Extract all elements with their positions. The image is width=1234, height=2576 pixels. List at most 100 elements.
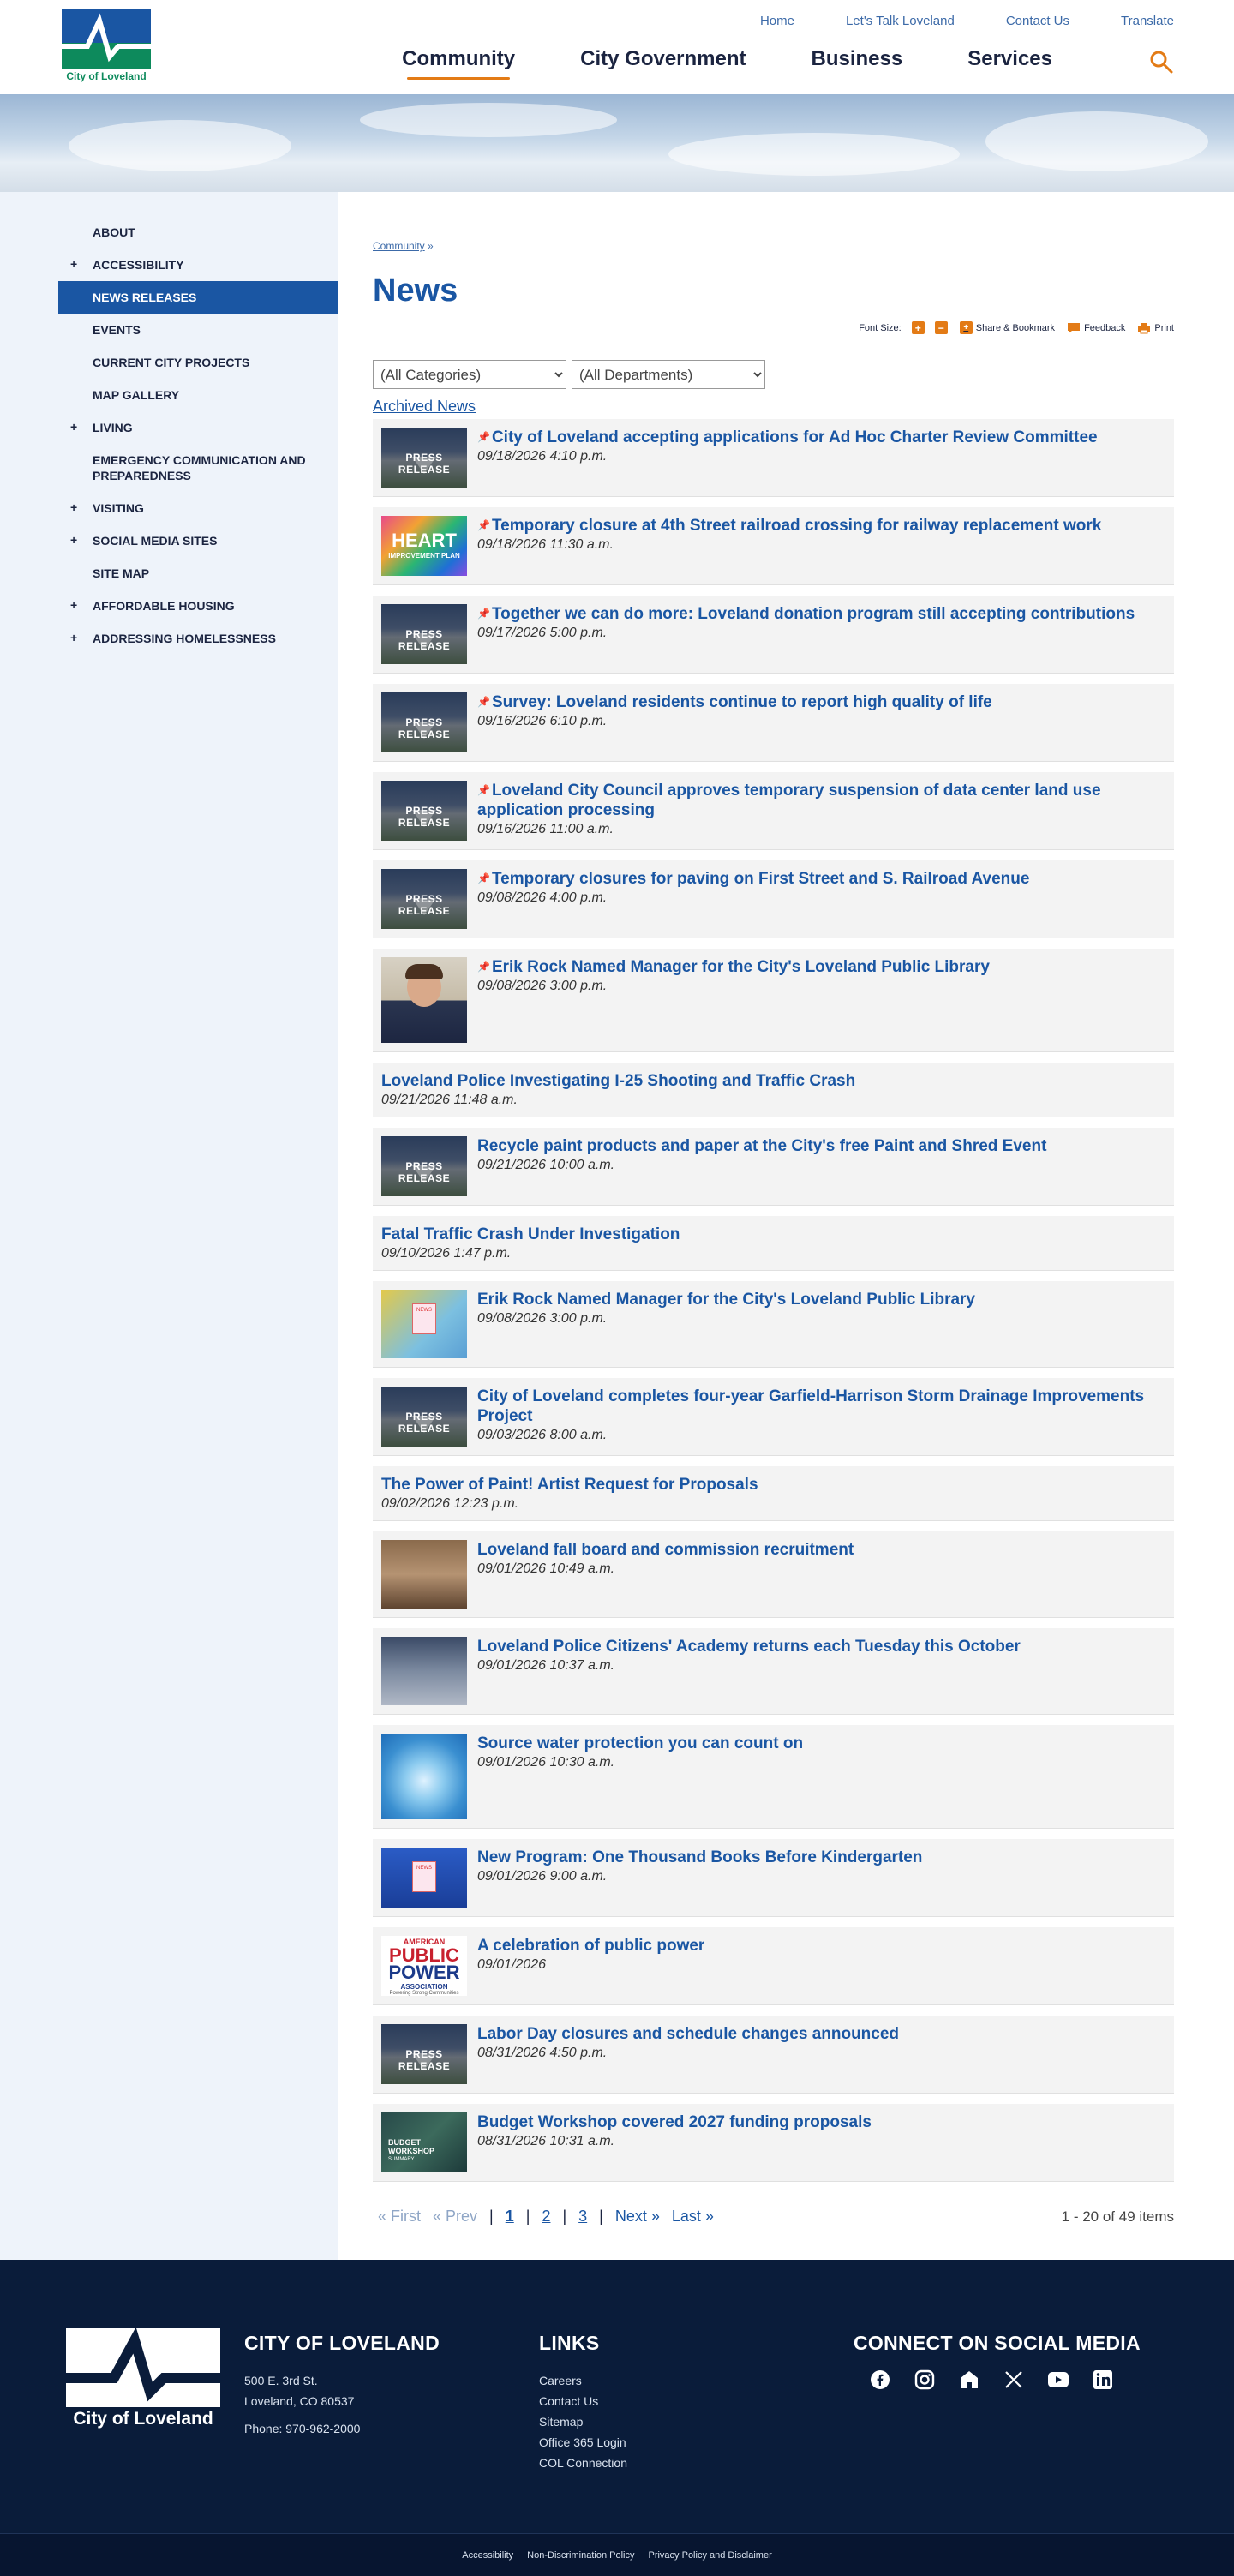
page-next[interactable]: Next » bbox=[615, 2208, 660, 2226]
sidebar-item-emergency[interactable]: Emergency Communication and Preparedness bbox=[58, 444, 338, 492]
footer-bottom-privacy[interactable]: Privacy Policy and Disclaimer bbox=[648, 2550, 771, 2561]
sidebar-item-news-releases[interactable]: News Releases bbox=[58, 281, 338, 314]
news-title-link[interactable]: A celebration of public power bbox=[477, 1936, 1165, 1956]
util-link-home[interactable]: Home bbox=[760, 14, 794, 28]
news-thumbnail[interactable] bbox=[381, 957, 467, 1043]
news-item[interactable]: PRESS RELEASE 📌 Temporary closures for pav… bbox=[373, 860, 1174, 938]
news-item[interactable]: Source water protection you can count on… bbox=[373, 1725, 1174, 1829]
news-title-link[interactable]: Source water protection you can count on bbox=[477, 1734, 1165, 1753]
print-link[interactable]: Print bbox=[1137, 322, 1174, 334]
breadcrumb-community[interactable]: Community bbox=[373, 240, 425, 252]
sidebar-item-accessibility[interactable]: + Accessibility bbox=[58, 249, 338, 281]
expand-plus-icon[interactable]: + bbox=[70, 532, 77, 548]
news-item[interactable]: PRESS RELEASE Labor Day closures and sche… bbox=[373, 2016, 1174, 2094]
expand-plus-icon[interactable]: + bbox=[70, 597, 77, 613]
news-item[interactable]: PRESS RELEASE Recycle paint products and … bbox=[373, 1128, 1174, 1206]
news-item[interactable]: PRESS RELEASE 📌 Loveland City Council appr… bbox=[373, 772, 1174, 850]
news-thumbnail[interactable]: PRESS RELEASE bbox=[381, 1387, 467, 1447]
sidebar-item-map-gallery[interactable]: Map Gallery bbox=[58, 379, 338, 411]
expand-plus-icon[interactable]: + bbox=[70, 419, 77, 434]
page-prev[interactable]: « Prev bbox=[433, 2208, 477, 2226]
page-last[interactable]: Last » bbox=[672, 2208, 714, 2226]
util-link-translate[interactable]: Translate bbox=[1121, 14, 1174, 28]
news-title-link[interactable]: 📌 Together we can do more: Loveland donat… bbox=[477, 604, 1165, 624]
news-item[interactable]: Loveland Police Investigating I-25 Shoot… bbox=[373, 1063, 1174, 1117]
news-title-link[interactable]: Recycle paint products and paper at the … bbox=[477, 1136, 1165, 1156]
news-thumbnail[interactable]: PRESS RELEASE bbox=[381, 604, 467, 664]
news-thumbnail[interactable]: NEWS bbox=[381, 1848, 467, 1908]
footer-link-contact[interactable]: Contact Us bbox=[539, 2391, 627, 2411]
nav-community[interactable]: Community bbox=[402, 47, 515, 80]
news-title-link[interactable]: Labor Day closures and schedule changes … bbox=[477, 2024, 1165, 2044]
news-title-link[interactable]: 📌 Temporary closures for paving on First … bbox=[477, 869, 1165, 889]
news-item[interactable]: PRESS RELEASE 📌 City of Loveland accepting… bbox=[373, 419, 1174, 497]
news-item[interactable]: PRESS RELEASE 📌 Survey: Loveland residents… bbox=[373, 684, 1174, 762]
news-item[interactable]: NEWS Erik Rock Named Manager for the City… bbox=[373, 1281, 1174, 1368]
expand-plus-icon[interactable]: + bbox=[70, 630, 77, 645]
news-thumbnail[interactable]: PRESS RELEASE bbox=[381, 1136, 467, 1196]
news-thumbnail[interactable]: PRESS RELEASE bbox=[381, 428, 467, 488]
footer-link-sitemap[interactable]: Sitemap bbox=[539, 2411, 627, 2432]
city-logo[interactable]: City of Loveland bbox=[62, 9, 151, 86]
news-title-link[interactable]: New Program: One Thousand Books Before K… bbox=[477, 1848, 1165, 1867]
news-item[interactable]: PRESS RELEASE City of Loveland completes … bbox=[373, 1378, 1174, 1456]
news-item[interactable]: AMERICAN PUBLIC POWER ASSOCIATION Powering S… bbox=[373, 1927, 1174, 2005]
news-title-link[interactable]: Loveland Police Citizens' Academy return… bbox=[477, 1637, 1165, 1656]
news-title-link[interactable]: 📌 Erik Rock Named Manager for the City's … bbox=[477, 957, 1165, 977]
footer-link-office365[interactable]: Office 365 Login bbox=[539, 2432, 627, 2453]
news-title-link[interactable]: 📌 Temporary closure at 4th Street railroa… bbox=[477, 516, 1165, 536]
news-thumbnail[interactable]: PRESS RELEASE bbox=[381, 869, 467, 929]
expand-plus-icon[interactable]: + bbox=[70, 256, 77, 272]
sidebar-item-homelessness[interactable]: + Addressing Homelessness bbox=[58, 622, 338, 655]
news-thumbnail[interactable] bbox=[381, 1637, 467, 1705]
nav-services[interactable]: Services bbox=[967, 47, 1052, 71]
news-thumbnail[interactable]: AMERICAN PUBLIC POWER ASSOCIATION Powering S… bbox=[381, 1936, 467, 1996]
nav-business[interactable]: Business bbox=[812, 47, 903, 71]
page-3[interactable]: 3 bbox=[578, 2208, 587, 2226]
footer-bottom-accessibility[interactable]: Accessibility bbox=[462, 2550, 513, 2561]
footer-link-col-connection[interactable]: COL Connection bbox=[539, 2453, 627, 2473]
footer-logo[interactable]: City of Loveland bbox=[66, 2328, 220, 2431]
sidebar-item-events[interactable]: Events bbox=[58, 314, 338, 346]
news-item[interactable]: NEWS New Program: One Thousand Books Befo… bbox=[373, 1839, 1174, 1917]
feedback-link[interactable]: Feedback bbox=[1067, 322, 1125, 334]
news-item[interactable]: HEART IMPROVEMENT PLAN 📌 Temporary closure … bbox=[373, 507, 1174, 585]
sidebar-item-current-city-projects[interactable]: Current City Projects bbox=[58, 346, 338, 379]
news-item[interactable]: Loveland Police Citizens' Academy return… bbox=[373, 1628, 1174, 1715]
news-thumbnail[interactable]: PRESS RELEASE bbox=[381, 2024, 467, 2084]
news-thumbnail[interactable]: PRESS RELEASE bbox=[381, 692, 467, 752]
expand-plus-icon[interactable]: + bbox=[70, 500, 77, 515]
news-title-link[interactable]: City of Loveland completes four-year Gar… bbox=[477, 1387, 1165, 1426]
news-title-link[interactable]: 📌 Loveland City Council approves temporar… bbox=[477, 781, 1165, 820]
sidebar-item-about[interactable]: About bbox=[58, 216, 338, 249]
news-item[interactable]: Fatal Traffic Crash Under Investigation 0… bbox=[373, 1216, 1174, 1271]
page-first[interactable]: « First bbox=[378, 2208, 421, 2226]
x-icon[interactable] bbox=[1001, 2367, 1027, 2393]
news-title-link[interactable]: Erik Rock Named Manager for the City's L… bbox=[477, 1290, 1165, 1309]
sidebar-item-affordable-housing[interactable]: + Affordable Housing bbox=[58, 590, 338, 622]
sidebar-item-site-map[interactable]: Site Map bbox=[58, 557, 338, 590]
news-title-link[interactable]: Budget Workshop covered 2027 funding pro… bbox=[477, 2112, 1165, 2132]
news-title-link[interactable]: Fatal Traffic Crash Under Investigation bbox=[381, 1225, 1165, 1244]
share-bookmark-link[interactable]: + Share & Bookmark bbox=[959, 321, 1055, 334]
news-title-link[interactable]: 📌 Survey: Loveland residents continue to … bbox=[477, 692, 1165, 712]
search-icon[interactable] bbox=[1148, 49, 1174, 75]
news-thumbnail[interactable]: HEART IMPROVEMENT PLAN bbox=[381, 516, 467, 576]
page-1[interactable]: 1 bbox=[506, 2208, 514, 2226]
footer-link-careers[interactable]: Careers bbox=[539, 2370, 627, 2391]
linkedin-icon[interactable] bbox=[1090, 2367, 1116, 2393]
util-link-contact[interactable]: Contact Us bbox=[1006, 14, 1069, 28]
news-thumbnail[interactable] bbox=[381, 1540, 467, 1609]
instagram-icon[interactable] bbox=[912, 2367, 937, 2393]
news-item[interactable]: The Power of Paint! Artist Request for P… bbox=[373, 1466, 1174, 1521]
youtube-icon[interactable] bbox=[1045, 2367, 1071, 2393]
nav-city-government[interactable]: City Government bbox=[580, 47, 746, 71]
sidebar-item-visiting[interactable]: + Visiting bbox=[58, 492, 338, 524]
news-item[interactable]: 📌 Erik Rock Named Manager for the City's … bbox=[373, 949, 1174, 1052]
news-thumbnail[interactable]: PRESS RELEASE bbox=[381, 781, 467, 841]
category-select[interactable]: (All Categories) bbox=[373, 360, 566, 389]
news-item[interactable]: PRESS RELEASE 📌 Together we can do more: L… bbox=[373, 596, 1174, 674]
news-title-link[interactable]: Loveland Police Investigating I-25 Shoot… bbox=[381, 1071, 1165, 1091]
font-increase-button[interactable]: + bbox=[911, 321, 925, 334]
news-title-link[interactable]: The Power of Paint! Artist Request for P… bbox=[381, 1475, 1165, 1495]
